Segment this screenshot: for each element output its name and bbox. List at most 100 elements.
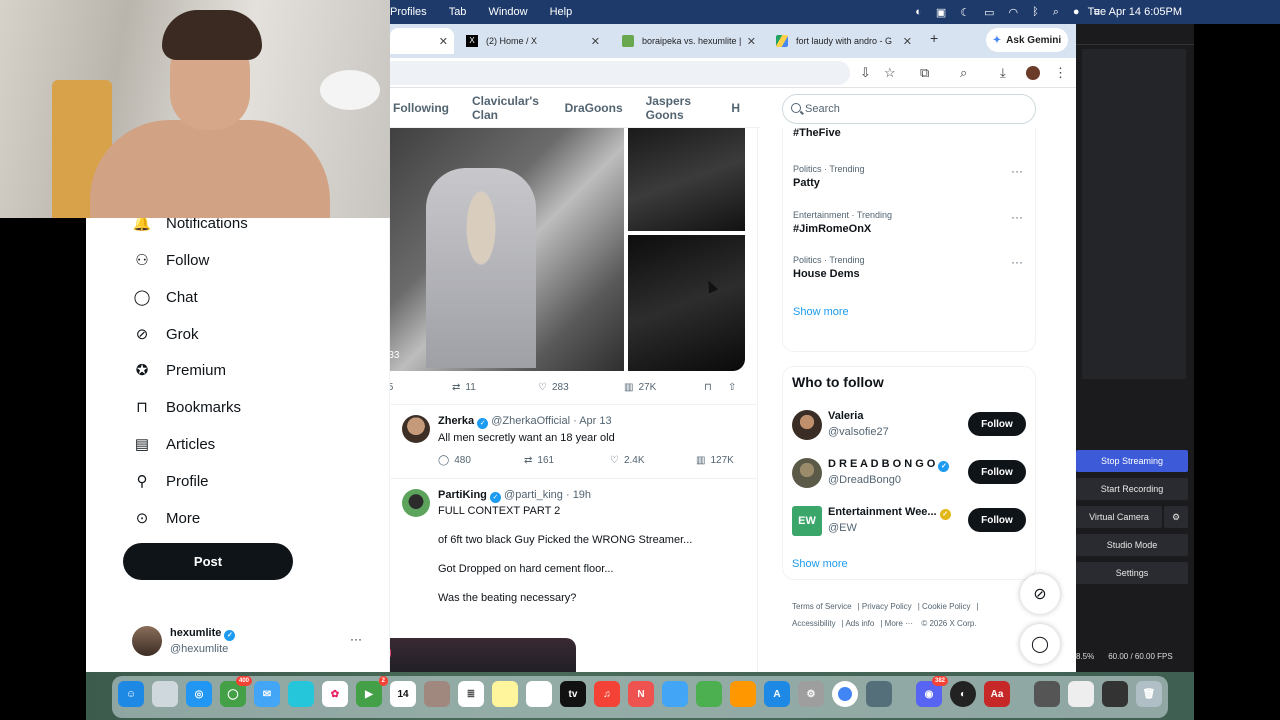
freeform-icon[interactable]: [526, 681, 552, 707]
tab-following[interactable]: Following: [393, 101, 449, 115]
show-more-link[interactable]: Show more: [792, 558, 848, 570]
reply-button[interactable]: ◯ 480: [438, 455, 524, 466]
recent-app-icon[interactable]: [1034, 681, 1060, 707]
preview-icon[interactable]: [866, 681, 892, 707]
follow-button[interactable]: Follow: [968, 508, 1026, 532]
extensions-icon[interactable]: ⧉: [920, 65, 929, 81]
close-tab-icon[interactable]: ✕: [747, 35, 756, 48]
wifi-icon[interactable]: ◠: [1009, 6, 1019, 19]
spotlight-icon[interactable]: ⌕: [1053, 6, 1059, 19]
virtual-camera-button[interactable]: Virtual Camera: [1076, 506, 1162, 528]
trash-icon[interactable]: 🗑: [1136, 681, 1162, 707]
tweet-image[interactable]: [628, 128, 745, 231]
tab-partial[interactable]: H: [731, 101, 740, 115]
avatar[interactable]: EW: [792, 506, 822, 536]
start-recording-button[interactable]: Start Recording: [1076, 478, 1188, 500]
footer-link[interactable]: Cookie Policy: [922, 602, 970, 611]
music-icon[interactable]: ♫: [594, 681, 620, 707]
numbers-icon[interactable]: [696, 681, 722, 707]
footer-link[interactable]: Ads info: [845, 619, 874, 628]
install-app-icon[interactable]: ⇩: [860, 65, 871, 81]
more-icon[interactable]: ···: [1011, 210, 1023, 224]
menu-window[interactable]: Window: [488, 6, 527, 18]
like-button[interactable]: ♡ 283: [538, 382, 624, 393]
app-store-icon[interactable]: A: [764, 681, 790, 707]
nav-profile[interactable]: ⚲ Profile: [132, 471, 209, 491]
bluetooth-icon[interactable]: ᛒ: [1032, 6, 1039, 18]
tweet[interactable]: Zherka ✓ @ZherkaOfficial · Apr 13 ⊘ ··· …: [390, 404, 757, 478]
suggestion-name[interactable]: Valeria: [828, 410, 863, 422]
studio-mode-button[interactable]: Studio Mode: [1076, 534, 1188, 556]
finder-icon[interactable]: ☺: [118, 681, 144, 707]
document-stack-icon[interactable]: [1068, 681, 1094, 707]
notes-icon[interactable]: [492, 681, 518, 707]
repost-button[interactable]: ⇄ 161: [524, 455, 610, 466]
grok-fab-icon[interactable]: ⊘: [1020, 574, 1060, 614]
views-button[interactable]: ▥ 27K: [624, 382, 704, 393]
nav-premium[interactable]: ✪ Premium: [132, 360, 226, 380]
screen-record-icon[interactable]: ◐: [915, 6, 922, 18]
footer-link[interactable]: More ···: [885, 619, 913, 628]
mail-icon[interactable]: ✉: [254, 681, 280, 707]
nav-chat[interactable]: ◯ Chat: [132, 287, 198, 307]
tab-search-icon[interactable]: ⌕: [960, 65, 967, 81]
follow-suggestion[interactable]: Valeria @valsofie27 Follow: [792, 408, 1026, 442]
apple-tv-icon[interactable]: tv: [560, 681, 586, 707]
contacts-icon[interactable]: [424, 681, 450, 707]
launchpad-icon[interactable]: [152, 681, 178, 707]
system-settings-icon[interactable]: ⚙: [798, 681, 824, 707]
stop-streaming-button[interactable]: Stop Streaming: [1076, 450, 1188, 472]
nav-follow[interactable]: ⚇ Follow: [132, 250, 209, 270]
follow-suggestion[interactable]: EW Entertainment Wee... ✓ @EW Follow: [792, 504, 1026, 538]
footer-link[interactable]: Privacy Policy: [862, 602, 912, 611]
dictionary-icon[interactable]: Aa: [984, 681, 1010, 707]
address-bar[interactable]: [390, 61, 850, 85]
avatar[interactable]: [402, 489, 430, 517]
downloads-icon[interactable]: ⤓: [1000, 65, 1006, 81]
trend-item[interactable]: #TheFive: [793, 124, 841, 139]
post-button[interactable]: Post: [123, 543, 293, 580]
messages-icon[interactable]: ◯ 400: [220, 676, 252, 707]
tab-boraipeka[interactable]: boraipeka vs. hexumlite | ✕: [622, 28, 762, 54]
tab-partial[interactable]: ✕: [390, 28, 454, 54]
suggestion-name[interactable]: D R E A D B O N G O ✓: [828, 458, 950, 472]
facetime-icon[interactable]: ▶ 2: [356, 676, 388, 707]
account-switcher[interactable]: hexumlite ✓ @hexumlite ···: [132, 626, 362, 660]
tweet-image[interactable]: [628, 235, 745, 371]
calendar-icon[interactable]: 14: [390, 681, 416, 707]
avatar[interactable]: [792, 458, 822, 488]
trend-item[interactable]: Entertainment · Trending #JimRomeOnX: [793, 210, 892, 235]
reply-button[interactable]: ◯45: [390, 382, 452, 393]
nav-more[interactable]: ⊙ More: [132, 508, 200, 528]
chrome-menu-icon[interactable]: ⋮: [1054, 65, 1067, 81]
follow-suggestion[interactable]: D R E A D B O N G O ✓ @DreadBong0 Follow: [792, 456, 1026, 490]
virtual-camera-settings-icon[interactable]: ⚙: [1164, 506, 1188, 528]
tab-clavicular-clan[interactable]: Clavicular's Clan: [472, 94, 542, 122]
settings-button[interactable]: Settings: [1076, 562, 1188, 584]
tab-dragoons[interactable]: DraGoons: [565, 101, 623, 115]
follow-button[interactable]: Follow: [968, 460, 1026, 484]
trend-item[interactable]: Politics · Trending House Dems: [793, 255, 865, 280]
news-icon[interactable]: N: [628, 681, 654, 707]
search-input[interactable]: Search: [782, 94, 1036, 124]
footer-link[interactable]: Terms of Service: [792, 602, 852, 611]
author-handle[interactable]: @parti_king: [504, 489, 563, 501]
tab-jaspers-goons[interactable]: Jaspers Goons: [646, 94, 709, 122]
nav-articles[interactable]: ▤ Articles: [132, 434, 215, 454]
like-button[interactable]: ♡ 2.4K: [610, 455, 696, 466]
more-icon[interactable]: ···: [1011, 255, 1023, 269]
close-tab-icon[interactable]: ✕: [591, 35, 600, 48]
menu-profiles[interactable]: Profiles: [390, 6, 427, 18]
menu-tab[interactable]: Tab: [449, 6, 467, 18]
author-name[interactable]: Zherka: [438, 415, 474, 427]
views-button[interactable]: ▥ 127K: [696, 455, 757, 466]
close-tab-icon[interactable]: ✕: [439, 35, 448, 48]
bookmark-icon[interactable]: ⊓: [704, 382, 728, 393]
menu-help[interactable]: Help: [550, 6, 573, 18]
tab-drive[interactable]: fort laudy with andro - G ✕: [776, 28, 918, 54]
more-icon[interactable]: ···: [1011, 164, 1023, 178]
photos-icon[interactable]: ✿: [322, 681, 348, 707]
nav-bookmarks[interactable]: ⊓ Bookmarks: [132, 397, 241, 417]
avatar[interactable]: [402, 415, 430, 443]
ask-gemini-button[interactable]: ✦ Ask Gemini: [986, 28, 1068, 52]
